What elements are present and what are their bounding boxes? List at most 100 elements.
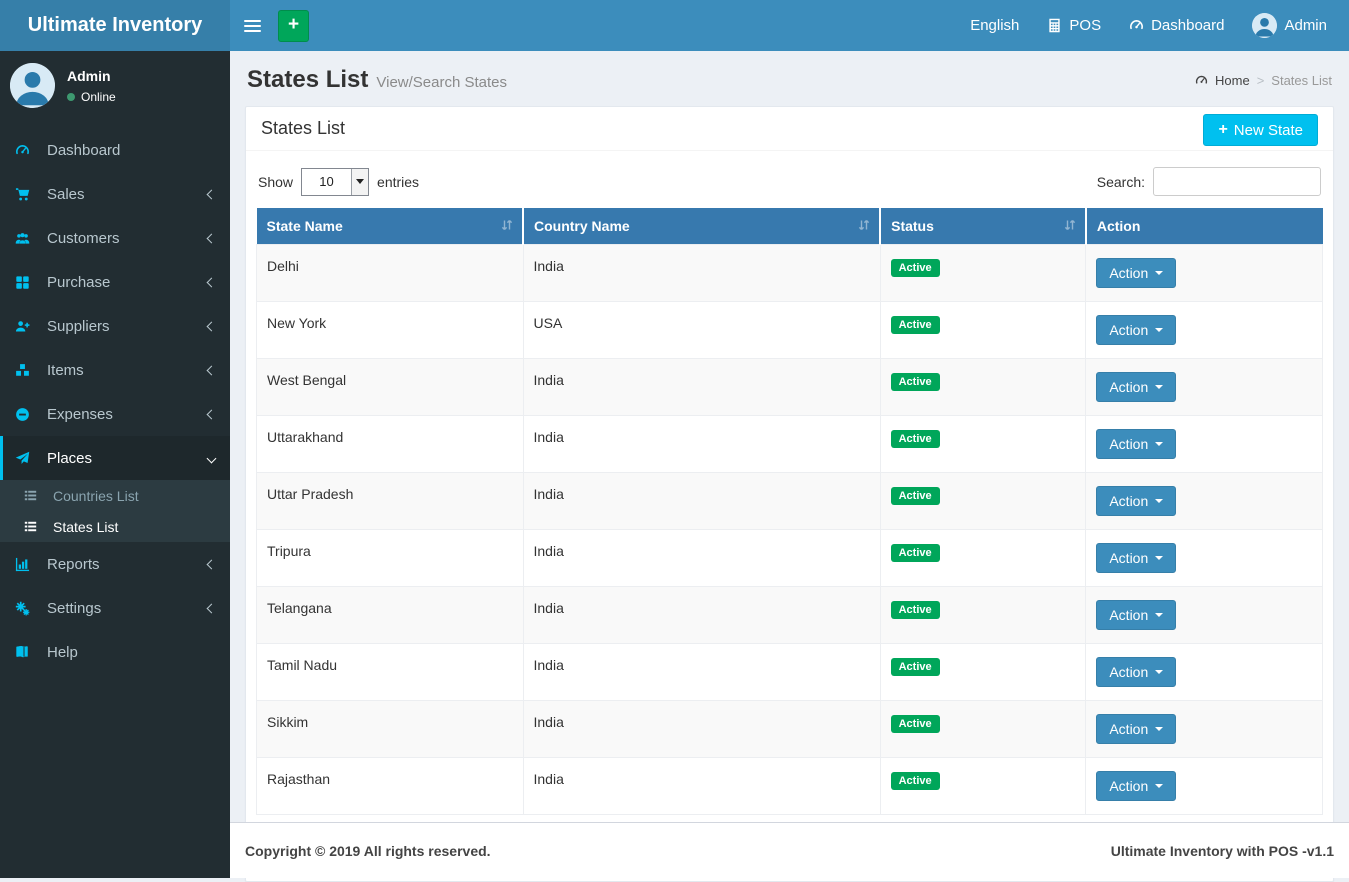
country-name-cell: India bbox=[522, 243, 881, 302]
status-badge: Active bbox=[890, 486, 940, 505]
online-label: Online bbox=[81, 89, 116, 104]
sidebar-link-places[interactable]: Places bbox=[0, 436, 230, 480]
status-badge: Active bbox=[890, 657, 940, 676]
sidebar-toggle-button[interactable] bbox=[230, 0, 275, 51]
nav-item-english[interactable]: English bbox=[956, 0, 1033, 51]
state-name-cell: Tamil Nadu bbox=[256, 642, 524, 701]
sidebar-item-settings: Settings bbox=[0, 586, 230, 630]
chevron-left-icon bbox=[206, 233, 217, 243]
table-toolbar: Show 10 entries Search: bbox=[256, 161, 1323, 208]
state-name-cell: Telangana bbox=[256, 585, 524, 644]
country-name-cell: India bbox=[522, 642, 881, 701]
column-label: Country Name bbox=[534, 217, 630, 234]
status-cell: Active bbox=[879, 300, 1087, 359]
submenu-places: Countries List States List bbox=[0, 480, 230, 542]
nav-item-dashboard[interactable]: Dashboard bbox=[1115, 0, 1238, 51]
sidebar-subitem-states-list[interactable]: States List bbox=[0, 511, 230, 542]
sidebar-item-label: Dashboard bbox=[47, 141, 121, 159]
country-name-cell: India bbox=[522, 414, 881, 473]
status-badge: Active bbox=[890, 543, 940, 562]
sidebar-item-label: Settings bbox=[47, 599, 102, 617]
content-header: States List View/Search States Home > St… bbox=[245, 66, 1334, 94]
action-cell: Action bbox=[1085, 414, 1323, 473]
action-dropdown-button[interactable]: Action bbox=[1096, 257, 1177, 288]
status-badge: Active bbox=[890, 429, 940, 448]
country-name-cell: India bbox=[522, 528, 881, 587]
action-dropdown-button[interactable]: Action bbox=[1096, 428, 1177, 459]
sidebar-link-items[interactable]: Items bbox=[0, 348, 230, 392]
minus-circle-icon bbox=[15, 407, 36, 422]
status-cell: Active bbox=[879, 357, 1087, 416]
sidebar-menu: Dashboard Sales Customers Purchase Suppliers… bbox=[0, 128, 230, 674]
status-cell: Active bbox=[879, 471, 1087, 530]
nav-item-admin[interactable]: Admin bbox=[1238, 0, 1341, 51]
chevron-left-icon bbox=[206, 409, 217, 419]
action-cell: Action bbox=[1085, 756, 1323, 815]
action-cell: Action bbox=[1085, 300, 1323, 359]
chevron-left-icon bbox=[206, 189, 217, 199]
table-row-tamil-nadu: Tamil Nadu India Active Action bbox=[256, 642, 1323, 701]
country-name-cell: India bbox=[522, 699, 881, 758]
sidebar-link-help[interactable]: Help bbox=[0, 630, 230, 674]
state-name-cell: West Bengal bbox=[256, 357, 524, 416]
table-row-tripura: Tripura India Active Action bbox=[256, 528, 1323, 587]
search-input[interactable] bbox=[1153, 167, 1321, 196]
sort-icon bbox=[1063, 218, 1077, 232]
online-dot-icon bbox=[67, 92, 75, 101]
sidebar-link-purchase[interactable]: Purchase bbox=[0, 260, 230, 304]
main-area: States List View/Search States Home > St… bbox=[230, 51, 1349, 882]
action-cell: Action bbox=[1085, 699, 1323, 758]
column-header-country-name[interactable]: Country Name bbox=[523, 208, 882, 244]
action-dropdown-button[interactable]: Action bbox=[1096, 542, 1177, 573]
sidebar-link-sales[interactable]: Sales bbox=[0, 172, 230, 216]
action-dropdown-button[interactable]: Action bbox=[1096, 371, 1177, 402]
action-dropdown-button[interactable]: Action bbox=[1096, 713, 1177, 744]
column-header-state-name[interactable]: State Name bbox=[256, 208, 524, 244]
new-state-button[interactable]: + New State bbox=[1203, 114, 1318, 146]
column-header-status[interactable]: Status bbox=[880, 208, 1087, 244]
sidebar-link-reports[interactable]: Reports bbox=[0, 542, 230, 586]
action-dropdown-button[interactable]: Action bbox=[1096, 770, 1177, 801]
sidebar-subitem-label: Countries List bbox=[53, 487, 139, 504]
dashboard-icon bbox=[1129, 18, 1144, 33]
action-dropdown-button[interactable]: Action bbox=[1096, 656, 1177, 687]
caret-down-icon bbox=[1155, 555, 1164, 560]
sidebar-link-suppliers[interactable]: Suppliers bbox=[0, 304, 230, 348]
sidebar-item-purchase: Purchase bbox=[0, 260, 230, 304]
sidebar-subitem-countries-list[interactable]: Countries List bbox=[0, 480, 230, 511]
sidebar-link-dashboard[interactable]: Dashboard bbox=[0, 128, 230, 172]
sidebar-item-label: Places bbox=[47, 449, 93, 467]
action-button-label: Action bbox=[1109, 606, 1149, 623]
sidebar-link-settings[interactable]: Settings bbox=[0, 586, 230, 630]
chevron-left-icon bbox=[206, 277, 217, 287]
state-name-cell: Sikkim bbox=[256, 699, 524, 758]
action-button-label: Action bbox=[1109, 720, 1149, 737]
quick-add-button[interactable]: + bbox=[278, 9, 309, 42]
breadcrumb-home-link[interactable]: Home bbox=[1215, 73, 1250, 88]
sidebar: Admin Online Dashboard Sales Customers Purc… bbox=[0, 51, 230, 878]
sidebar-item-reports: Reports bbox=[0, 542, 230, 586]
nav-item-label: English bbox=[970, 17, 1020, 34]
action-dropdown-button[interactable]: Action bbox=[1096, 599, 1177, 630]
action-button-label: Action bbox=[1109, 435, 1149, 452]
action-dropdown-button[interactable]: Action bbox=[1096, 485, 1177, 516]
sidebar-item-suppliers: Suppliers bbox=[0, 304, 230, 348]
action-cell: Action bbox=[1085, 471, 1323, 530]
calculator-icon bbox=[1047, 18, 1062, 33]
status-cell: Active bbox=[879, 414, 1087, 473]
user-plus-icon bbox=[15, 319, 36, 334]
cart-icon bbox=[15, 187, 36, 202]
sidebar-link-expenses[interactable]: Expenses bbox=[0, 392, 230, 436]
navbar-avatar bbox=[1252, 13, 1278, 38]
sidebar-item-label: Purchase bbox=[47, 273, 111, 291]
table-row-telangana: Telangana India Active Action bbox=[256, 585, 1323, 644]
sidebar-item-customers: Customers bbox=[0, 216, 230, 260]
nav-item-pos[interactable]: POS bbox=[1033, 0, 1115, 51]
action-dropdown-button[interactable]: Action bbox=[1096, 314, 1177, 345]
sidebar-subitem-label: States List bbox=[53, 518, 119, 535]
sort-icon bbox=[500, 218, 514, 232]
gears-icon bbox=[15, 601, 36, 616]
app-logo: Ultimate Inventory bbox=[0, 0, 230, 51]
page-length-select[interactable]: 10 bbox=[301, 167, 370, 196]
sidebar-link-customers[interactable]: Customers bbox=[0, 216, 230, 260]
